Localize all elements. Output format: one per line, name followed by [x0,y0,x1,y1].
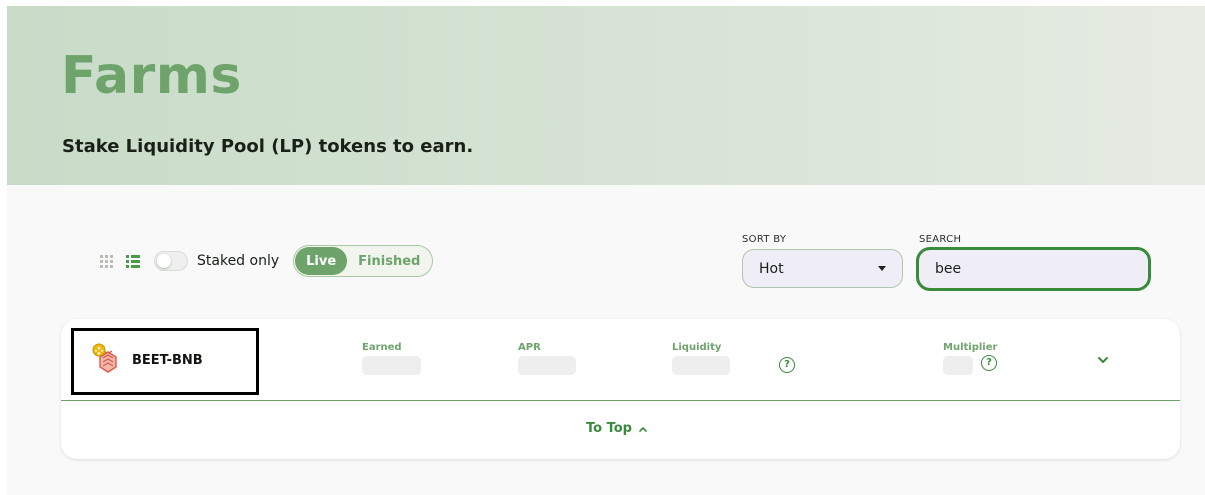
page: Farms Stake Liquidity Pool (LP) tokens t… [0,0,1205,495]
liquidity-label: Liquidity [672,342,722,353]
multiplier-help-icon[interactable]: ? [981,355,997,371]
to-top-label: To Top [586,421,632,436]
sort-by-label: SORT BY [742,234,787,245]
toggle-knob [157,254,171,268]
staked-only-toggle[interactable] [154,251,188,271]
farm-controls: Staked only Live Finished [100,244,434,278]
search-field [916,247,1151,291]
live-finished-switch: Live Finished [293,245,434,277]
farm-table-card: BEET-BNB Earned APR Liquidity ? Multipli… [61,319,1180,459]
earned-label: Earned [362,342,402,353]
multiplier-label: Multiplier [943,342,998,353]
to-top-button[interactable]: To Top [586,421,648,436]
apr-skeleton [518,356,576,375]
search-label: SEARCH [919,234,962,245]
chevron-up-icon [639,426,647,432]
liquidity-skeleton [672,356,730,375]
page-subtitle: Stake Liquidity Pool (LP) tokens to earn… [62,136,474,157]
caret-down-icon [878,266,886,271]
row-divider [61,400,1180,401]
tab-live[interactable]: Live [295,247,348,275]
sort-by-select[interactable]: Hot [742,249,903,288]
search-input[interactable] [935,261,1132,277]
page-title: Farms [61,46,242,106]
sort-by-value: Hot [759,260,784,277]
beet-bnb-token-icon [92,343,117,373]
multiplier-skeleton [943,356,973,375]
list-view-icon[interactable] [126,255,140,269]
apr-label: APR [518,342,541,353]
liquidity-help-icon[interactable]: ? [779,357,795,373]
earned-skeleton [362,356,421,375]
chevron-down-icon[interactable] [1096,353,1110,367]
farm-pair-name: BEET-BNB [132,353,203,368]
tab-finished[interactable]: Finished [347,247,431,275]
staked-only-label: Staked only [197,253,280,269]
hero-banner: Farms Stake Liquidity Pool (LP) tokens t… [7,6,1205,185]
grid-view-icon[interactable] [100,255,114,269]
